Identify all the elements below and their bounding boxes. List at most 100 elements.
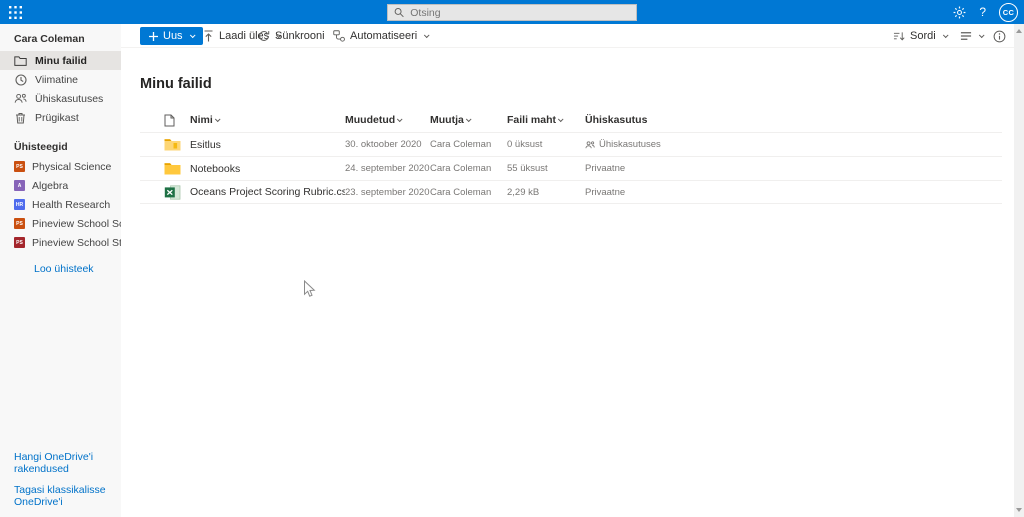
table-row[interactable]: Esitlus 30. oktoober 2020 Cara Coleman 0… xyxy=(140,132,1002,156)
view-options-button[interactable] xyxy=(960,27,985,45)
onedrive-window: ? CC Cara Coleman Minu failid Viimatine … xyxy=(0,0,1024,517)
details-pane-button[interactable] xyxy=(993,27,1006,45)
column-modified-by[interactable]: Muutja xyxy=(430,114,507,126)
sidebar-user-name: Cara Coleman xyxy=(14,33,85,45)
sidebar-item-shared[interactable]: Ühiskasutuses xyxy=(0,89,121,108)
sidebar-footer: Hangi OneDrive'i rakendused Tagasi klass… xyxy=(14,451,121,508)
library-label: Pineview School Science T… xyxy=(32,217,121,230)
column-label: Ühiskasutus xyxy=(585,114,648,126)
account-avatar[interactable]: CC xyxy=(999,2,1018,22)
library-tile-icon: A xyxy=(14,180,25,191)
file-name[interactable]: Esitlus xyxy=(186,139,345,151)
sharing-label: Privaatne xyxy=(585,186,626,198)
sidebar-item-recycle-bin[interactable]: Prügikast xyxy=(0,108,121,127)
automate-button[interactable]: Automatiseeri xyxy=(333,27,430,45)
library-tile-icon: PS xyxy=(14,218,25,229)
gear-icon xyxy=(953,6,966,18)
column-name[interactable]: Nimi xyxy=(186,114,345,126)
flow-icon xyxy=(333,30,345,42)
library-tile-icon: PS xyxy=(14,161,25,172)
sharing-label: Ühiskasutuses xyxy=(599,139,661,150)
classic-onedrive-link[interactable]: Tagasi klassikalisse OneDrive'i xyxy=(14,484,121,508)
settings-button[interactable] xyxy=(953,6,966,19)
sync-button-label: Sünkrooni xyxy=(275,30,325,42)
view-list-icon xyxy=(960,31,972,41)
get-onedrive-apps-link[interactable]: Hangi OneDrive'i rakendused xyxy=(14,451,121,475)
modified-date: 30. oktoober 2020 xyxy=(345,139,422,150)
document-icon xyxy=(164,114,175,126)
column-label: Muutja xyxy=(430,114,464,126)
column-sharing[interactable]: Ühiskasutus xyxy=(585,114,1002,126)
modified-by: Cara Coleman xyxy=(430,186,492,198)
sidebar-item-my-files[interactable]: Minu failid xyxy=(0,51,121,70)
scroll-down-arrow-icon[interactable] xyxy=(1016,508,1022,512)
modified-by: Cara Coleman xyxy=(430,163,492,174)
column-file-type[interactable] xyxy=(140,114,186,127)
clock-icon xyxy=(14,73,27,86)
column-file-size[interactable]: Faili maht xyxy=(507,114,585,126)
column-label: Nimi xyxy=(190,114,213,126)
search-box[interactable] xyxy=(387,4,637,21)
file-name[interactable]: Notebooks xyxy=(186,163,345,175)
table-row[interactable]: Notebooks 24. september 2020 Cara Colema… xyxy=(140,156,1002,180)
sidebar-library-pineview-science[interactable]: PS Pineview School Science T… xyxy=(0,214,121,233)
file-name[interactable]: Oceans Project Scoring Rubric.csv xyxy=(186,186,345,198)
modified-date: 23. september 2020 xyxy=(345,186,430,198)
command-bar: Uus Laadi üles Sünkrooni Automatiseeri S… xyxy=(121,24,1014,48)
sync-icon xyxy=(258,30,270,42)
sharing-status[interactable]: Privaatne xyxy=(585,163,1002,174)
sidebar-item-label: Minu failid xyxy=(35,54,87,67)
sharing-status[interactable]: Privaatne xyxy=(585,187,1002,198)
chevron-down-icon xyxy=(424,32,430,39)
modified-by: Cara Coleman xyxy=(430,139,492,150)
sidebar-library-health-research[interactable]: HR Health Research xyxy=(0,195,121,214)
sync-button[interactable]: Sünkrooni xyxy=(258,27,325,45)
people-icon xyxy=(14,92,27,105)
sidebar-library-pineview-staff[interactable]: PS Pineview School Staff xyxy=(0,233,121,252)
recycle-bin-icon xyxy=(14,111,27,124)
upload-icon xyxy=(203,30,214,42)
library-label: Pineview School Staff xyxy=(32,236,121,249)
library-label: Algebra xyxy=(32,179,69,192)
table-header-row: Nimi Muudetud Muutja Faili maht Ühiskasu… xyxy=(140,108,1002,132)
chevron-down-icon xyxy=(189,32,196,39)
table-row[interactable]: Oceans Project Scoring Rubric.csv 23. se… xyxy=(140,180,1002,204)
sort-button-label: Sordi xyxy=(910,30,936,42)
shared-libraries-header: Ühisteegid xyxy=(14,141,68,153)
shared-people-icon xyxy=(585,140,595,148)
chevron-down-icon xyxy=(214,116,221,123)
folder-icon xyxy=(164,163,181,175)
sidebar-library-algebra[interactable]: A Algebra xyxy=(0,176,121,195)
shared-folder-icon xyxy=(164,139,181,151)
column-label: Faili maht xyxy=(507,114,557,126)
library-tile-icon: HR xyxy=(14,199,25,210)
file-size: 2,29 kB xyxy=(507,186,540,198)
plus-icon xyxy=(149,31,158,41)
library-label: Health Research xyxy=(32,198,111,211)
column-modified[interactable]: Muudetud xyxy=(345,114,430,126)
column-label: Muudetud xyxy=(345,114,396,126)
sharing-status[interactable]: Ühiskasutuses xyxy=(585,139,1002,150)
search-icon xyxy=(394,8,404,18)
sort-button[interactable]: Sordi xyxy=(893,27,949,45)
search-input[interactable] xyxy=(410,6,630,19)
new-button[interactable]: Uus xyxy=(140,27,203,45)
sidebar-item-label: Prügikast xyxy=(35,111,79,124)
app-launcher-button[interactable] xyxy=(6,4,24,20)
chevron-down-icon xyxy=(465,116,472,123)
topbar-actions: ? CC xyxy=(953,0,1018,24)
chevron-down-icon xyxy=(557,116,564,123)
file-size: 0 üksust xyxy=(507,139,543,150)
new-button-label: Uus xyxy=(163,30,183,42)
waffle-icon xyxy=(8,5,22,19)
library-tile-icon: PS xyxy=(14,237,25,248)
create-library-link[interactable]: Loo ühisteek xyxy=(34,263,94,275)
sidebar-library-physical-science[interactable]: PS Physical Science xyxy=(0,157,121,176)
sidebar-item-recent[interactable]: Viimatine xyxy=(0,70,121,89)
help-button[interactable]: ? xyxy=(979,6,986,18)
modified-date: 24. september 2020 xyxy=(345,163,430,174)
excel-csv-icon xyxy=(164,184,181,200)
scroll-up-arrow-icon[interactable] xyxy=(1016,29,1022,33)
sidebar: Cara Coleman Minu failid Viimatine Ühisk… xyxy=(0,24,121,517)
vertical-scrollbar[interactable] xyxy=(1014,24,1024,517)
